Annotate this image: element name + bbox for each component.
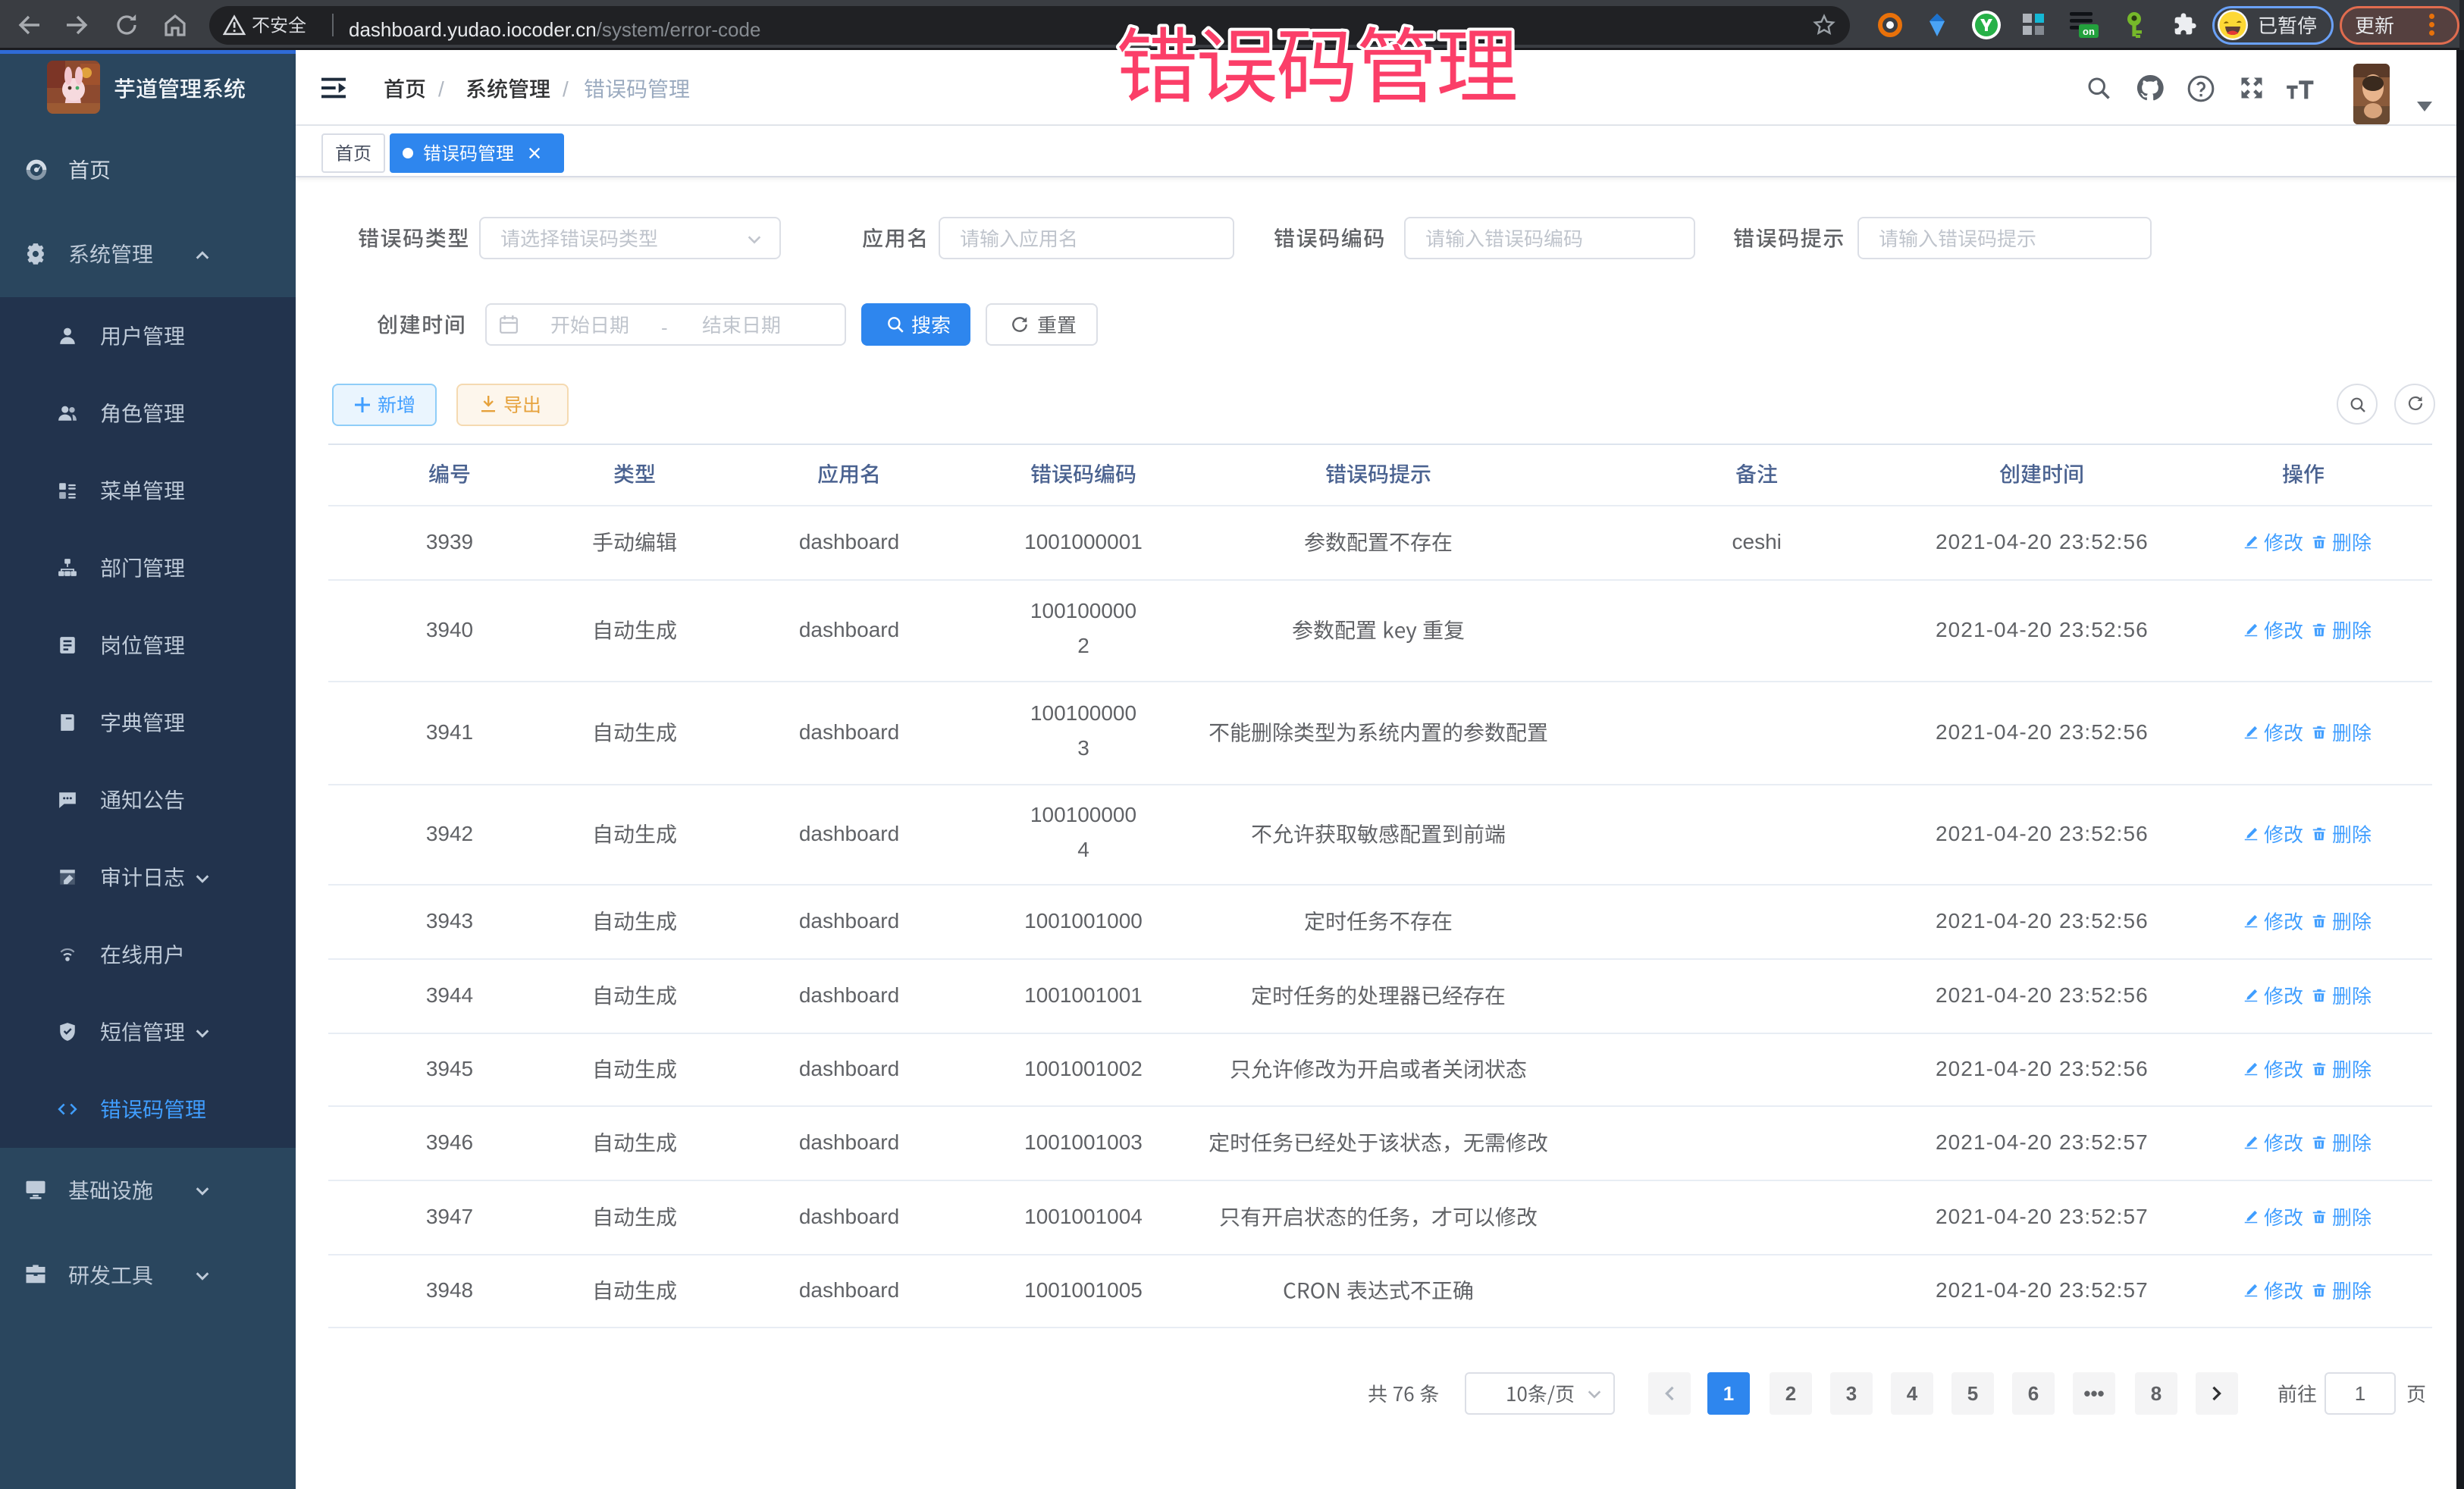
svg-text:on: on [2083, 26, 2095, 37]
